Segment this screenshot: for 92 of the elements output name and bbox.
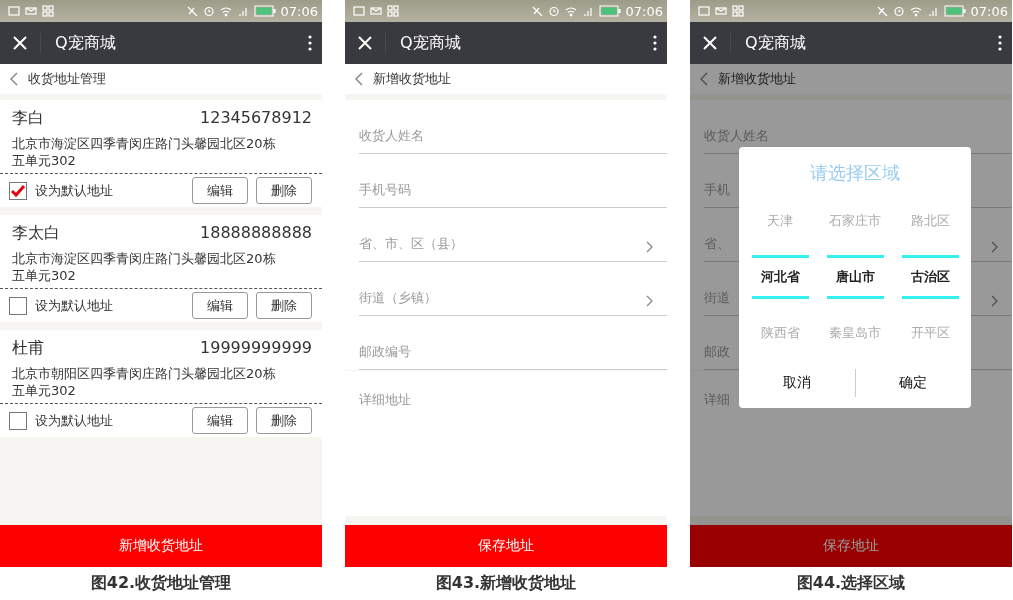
page-title: 新增收货地址 <box>718 70 796 88</box>
chevron-right-icon <box>646 241 653 253</box>
input-field[interactable]: 邮政编号 <box>359 316 667 370</box>
figure-caption: 图43.新增收货地址 <box>434 572 578 594</box>
detail-address-field[interactable]: 详细地址 <box>345 371 667 516</box>
chevron-right-icon <box>646 295 653 307</box>
battery-icon <box>253 5 276 17</box>
grid-icon <box>732 5 744 17</box>
bottom-button[interactable]: 新增收货地址 <box>0 525 322 567</box>
delete-button[interactable]: 删除 <box>256 292 312 319</box>
cancel-button[interactable]: 取消 <box>739 368 855 398</box>
image-icon <box>353 5 365 17</box>
more-icon[interactable] <box>653 35 657 51</box>
input-field[interactable]: 收货人姓名 <box>359 100 667 154</box>
mute-icon <box>530 5 543 17</box>
page-title: 新增收货地址 <box>373 70 451 88</box>
mute-icon <box>185 5 198 17</box>
app-title: Q宠商城 <box>730 33 998 53</box>
status-time: 07:06 <box>280 3 318 19</box>
figure-caption: 图44.选择区域 <box>795 572 907 594</box>
wifi-icon <box>564 5 577 17</box>
back-icon[interactable] <box>10 72 18 86</box>
region-option[interactable]: 秦皇岛市 <box>826 311 884 355</box>
checkbox[interactable] <box>9 181 27 200</box>
input-field[interactable]: 街道（乡镇） <box>359 262 667 316</box>
more-icon[interactable] <box>308 35 312 51</box>
alarm-icon <box>547 5 560 17</box>
back-icon[interactable] <box>700 72 708 86</box>
checkbox[interactable] <box>9 296 27 315</box>
recipient-name: 李太白 <box>12 223 60 244</box>
phone-number: 12345678912 <box>200 108 312 129</box>
dialog-title: 请选择区域 <box>810 161 900 185</box>
recipient-name: 李白 <box>12 108 44 129</box>
checkbox[interactable] <box>9 411 27 430</box>
region-option[interactable]: 河北省 <box>751 255 809 299</box>
back-icon[interactable] <box>355 72 363 86</box>
app-title: Q宠商城 <box>385 33 653 53</box>
mail-icon <box>25 5 37 17</box>
phone-number: 19999999999 <box>200 338 312 359</box>
wifi-icon <box>909 5 922 17</box>
status-time: 07:06 <box>970 3 1008 19</box>
region-option[interactable]: 开平区 <box>901 311 959 355</box>
recipient-name: 杜甫 <box>12 338 44 359</box>
region-option[interactable]: 石家庄市 <box>826 199 884 243</box>
region-option[interactable]: 天津 <box>751 199 809 243</box>
bottom-button[interactable]: 保存地址 <box>345 525 667 567</box>
region-option[interactable]: 路北区 <box>901 199 959 243</box>
close-icon[interactable] <box>357 35 373 51</box>
edit-button[interactable]: 编辑 <box>192 177 248 204</box>
input-field[interactable]: 省、市、区（县） <box>359 208 667 262</box>
more-icon[interactable] <box>998 35 1002 51</box>
signal-icon <box>926 5 939 17</box>
grid-icon <box>387 5 399 17</box>
battery-icon <box>598 5 621 17</box>
delete-button[interactable]: 删除 <box>256 177 312 204</box>
phone-number: 18888888888 <box>200 223 312 244</box>
app-title: Q宠商城 <box>40 33 308 53</box>
signal-icon <box>236 5 249 17</box>
mail-icon <box>715 5 727 17</box>
region-option[interactable]: 唐山市 <box>826 255 884 299</box>
edit-button[interactable]: 编辑 <box>192 407 248 434</box>
image-icon <box>8 5 20 17</box>
confirm-button[interactable]: 确定 <box>855 368 971 398</box>
battery-icon <box>943 5 966 17</box>
close-icon[interactable] <box>12 35 28 51</box>
default-address-label: 设为默认地址 <box>35 296 114 315</box>
address-text: 北京市海淀区四季青闵庄路门头馨园北区20栋五单元302 <box>0 248 322 289</box>
wifi-icon <box>219 5 232 17</box>
chevron-right-icon <box>991 241 998 253</box>
page-title: 收货地址管理 <box>28 70 106 88</box>
bottom-button[interactable]: 保存地址 <box>690 525 1012 567</box>
image-icon <box>698 5 710 17</box>
delete-button[interactable]: 删除 <box>256 407 312 434</box>
alarm-icon <box>892 5 905 17</box>
edit-button[interactable]: 编辑 <box>192 292 248 319</box>
signal-icon <box>581 5 594 17</box>
default-address-label: 设为默认地址 <box>35 411 114 430</box>
region-option[interactable]: 陕西省 <box>751 311 809 355</box>
input-field[interactable]: 手机号码 <box>359 154 667 208</box>
address-text: 北京市朝阳区四季青闵庄路门头馨园北区20栋五单元302 <box>0 363 322 404</box>
default-address-label: 设为默认地址 <box>35 181 114 200</box>
status-time: 07:06 <box>625 3 663 19</box>
region-option[interactable]: 古治区 <box>901 255 959 299</box>
checkmark-icon <box>11 184 25 197</box>
address-text: 北京市海淀区四季青闵庄路门头馨园北区20栋五单元302 <box>0 133 322 174</box>
figure-caption: 图42.收货地址管理 <box>89 572 233 594</box>
chevron-right-icon <box>991 295 998 307</box>
close-icon[interactable] <box>702 35 718 51</box>
mute-icon <box>875 5 888 17</box>
grid-icon <box>42 5 54 17</box>
alarm-icon <box>202 5 215 17</box>
mail-icon <box>370 5 382 17</box>
